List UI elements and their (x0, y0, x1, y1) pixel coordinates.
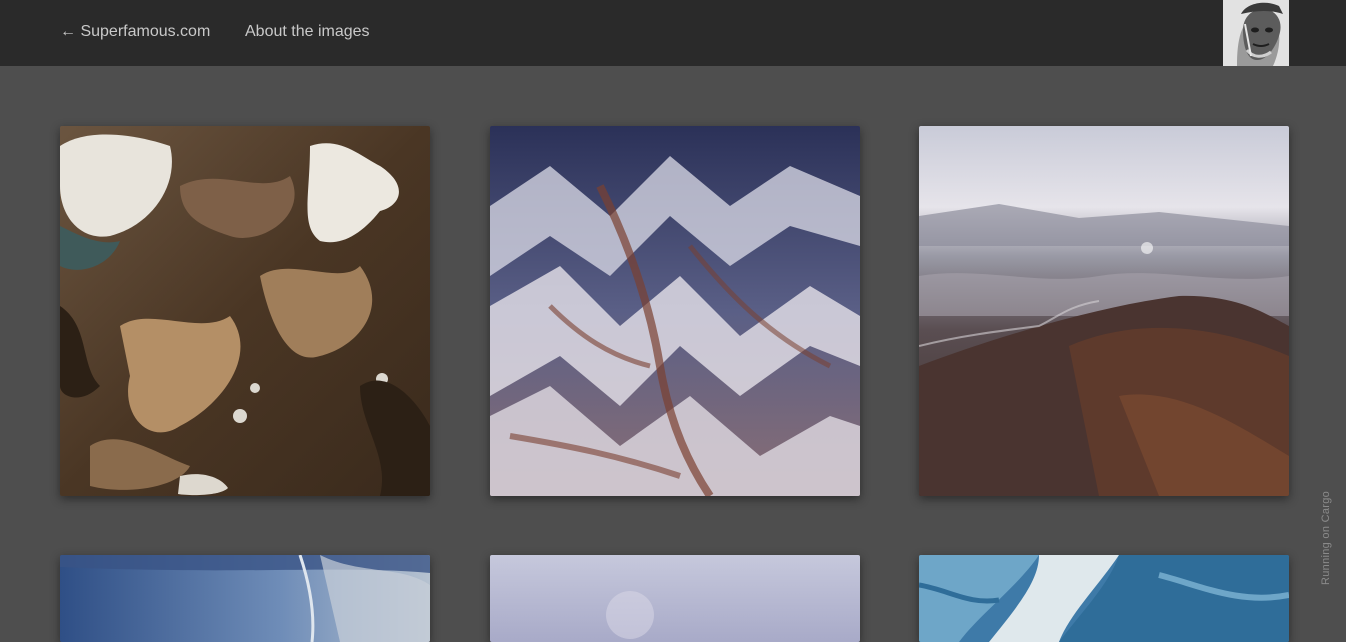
gallery-image-2[interactable] (490, 126, 860, 496)
aerial-sky-image (490, 555, 860, 642)
avatar[interactable] (1223, 0, 1289, 66)
gallery-image-6[interactable] (919, 555, 1289, 642)
aerial-plain-image (60, 555, 430, 642)
aerial-river-image (919, 555, 1289, 642)
gallery-image-4[interactable] (60, 555, 430, 642)
aerial-valley-image (919, 126, 1289, 496)
about-images-link[interactable]: About the images (245, 22, 370, 42)
top-navigation-bar: ← Superfamous.com About the images (0, 0, 1346, 66)
gallery-image-3[interactable] (919, 126, 1289, 496)
aerial-lakes-image (60, 126, 430, 496)
aerial-mountains-image (490, 126, 860, 496)
gallery-image-5[interactable] (490, 555, 860, 642)
portrait-icon (1223, 0, 1289, 66)
running-on-cargo-link[interactable]: Running on Cargo (1320, 491, 1332, 585)
gallery-image-1[interactable] (60, 126, 430, 496)
back-to-superfamous-link[interactable]: ← Superfamous.com (60, 22, 210, 42)
